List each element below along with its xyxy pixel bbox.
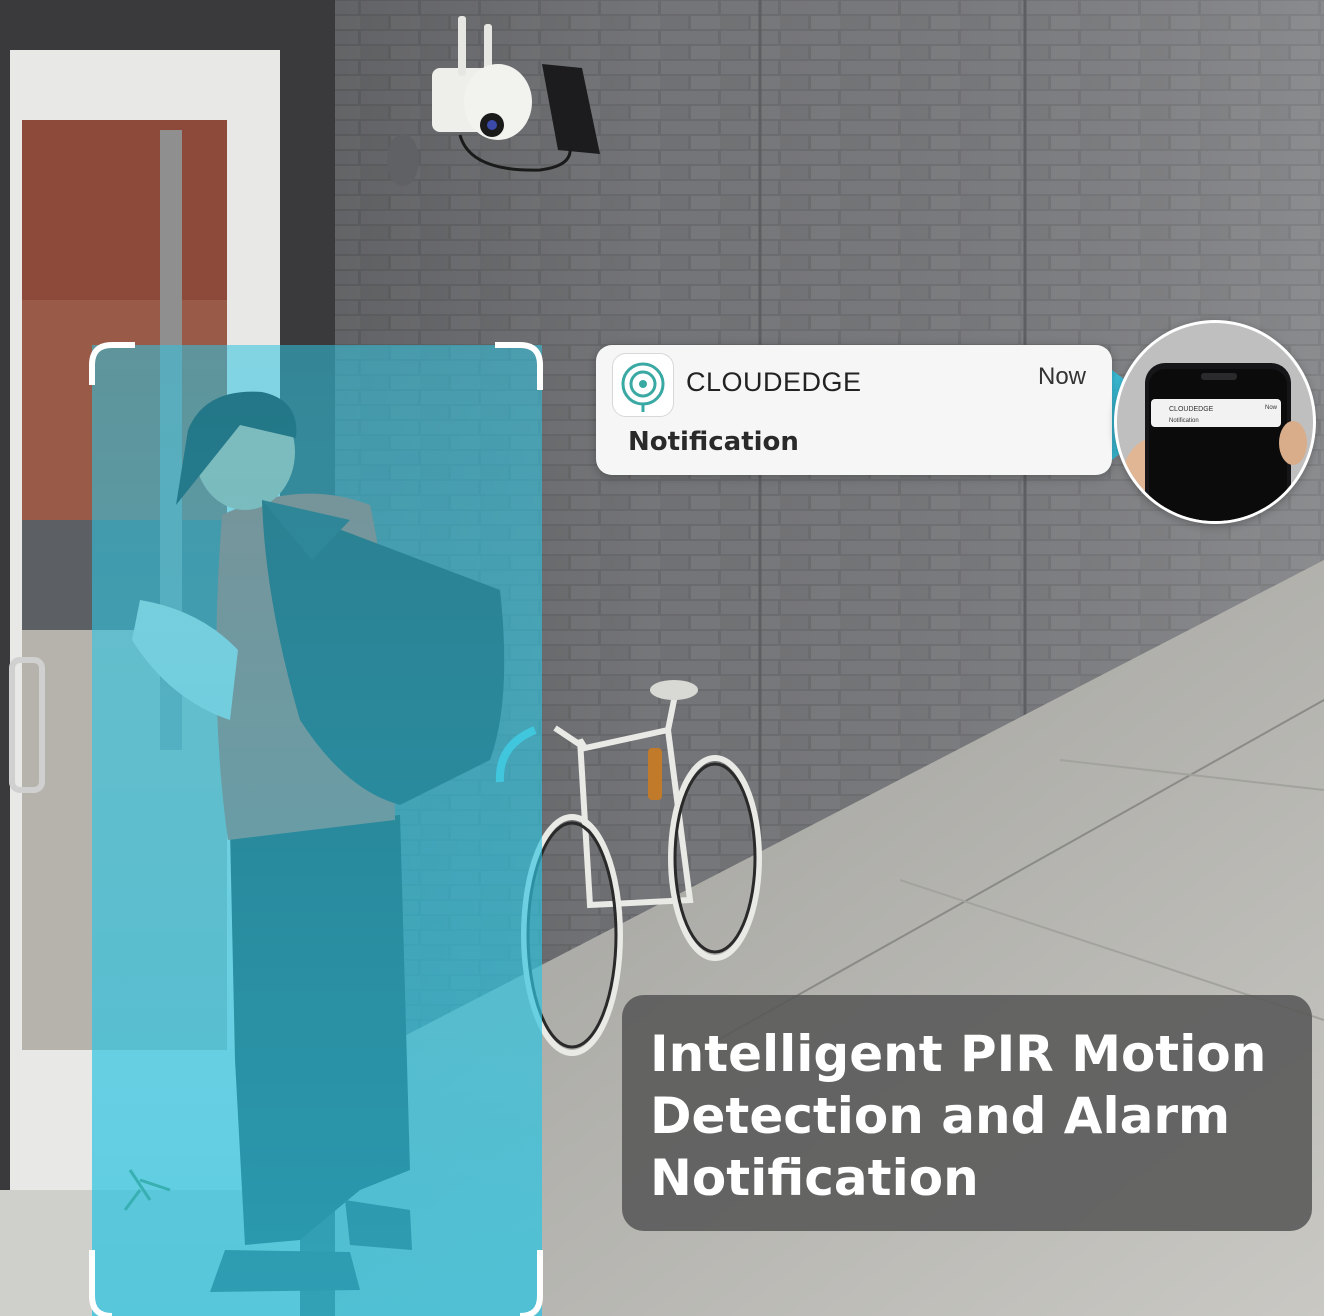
cloudedge-app-icon: [612, 353, 674, 417]
notification-time: Now: [1037, 363, 1086, 390]
caption-line-3: Notification: [650, 1149, 979, 1207]
caption-line-2: Detection and Alarm: [650, 1087, 1231, 1145]
phone-time: Now: [1265, 405, 1278, 411]
product-photo: CLOUDEDGE Now Notification CLOUDEDGE Now…: [0, 0, 1324, 1316]
caption-line-1: Intelligent PIR Motion: [650, 1025, 1267, 1083]
feature-caption-box: Intelligent PIR Motion Detection and Ala…: [622, 995, 1312, 1231]
push-notification-card: CLOUDEDGE Now Notification: [596, 345, 1112, 475]
phone-app-name: CLOUDEDGE: [1169, 406, 1214, 413]
smartphone-icon: CLOUDEDGE Now Notification: [1121, 363, 1307, 521]
phone-title: Notification: [1169, 418, 1199, 424]
notification-app-name: CLOUDEDGE: [686, 367, 862, 397]
phone-preview-badge: CLOUDEDGE Now Notification: [1114, 320, 1316, 524]
notification-title: Notification: [628, 427, 799, 457]
